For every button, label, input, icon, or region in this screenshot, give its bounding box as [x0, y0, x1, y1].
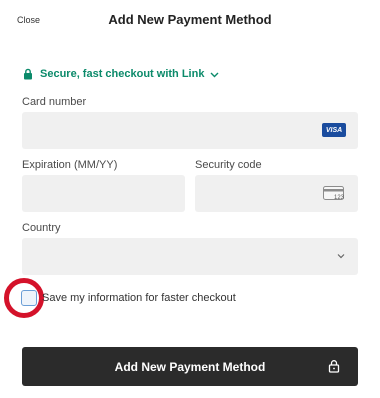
country-select[interactable] [22, 238, 358, 275]
link-checkout-toggle[interactable]: Secure, fast checkout with Link [22, 68, 220, 80]
expiration-input[interactable] [22, 175, 185, 212]
country-label: Country [22, 222, 61, 234]
card-number-label: Card number [22, 96, 87, 108]
expiration-label: Expiration (MM/YY) [22, 159, 118, 171]
link-checkout-text: Secure, fast checkout with Link [40, 68, 205, 80]
security-code-label: Security code [195, 159, 262, 171]
chevron-down-icon [337, 254, 345, 259]
lock-icon [24, 68, 32, 80]
save-info-label[interactable]: Save my information for faster checkout [42, 292, 236, 304]
chevron-down-icon [210, 72, 219, 77]
add-payment-method-button[interactable]: Add New Payment Method [22, 347, 358, 386]
security-code-input[interactable]: 123 [195, 175, 358, 212]
card-number-input[interactable]: VISA [22, 112, 358, 149]
cvc-digits: 123 [334, 195, 345, 201]
visa-icon: VISA [322, 123, 346, 137]
dialog-title: Add New Payment Method [108, 12, 272, 27]
lock-icon [328, 360, 340, 373]
card-cvc-icon: 123 [323, 186, 345, 201]
save-info-checkbox[interactable] [21, 290, 37, 306]
submit-button-label: Add New Payment Method [114, 359, 266, 374]
